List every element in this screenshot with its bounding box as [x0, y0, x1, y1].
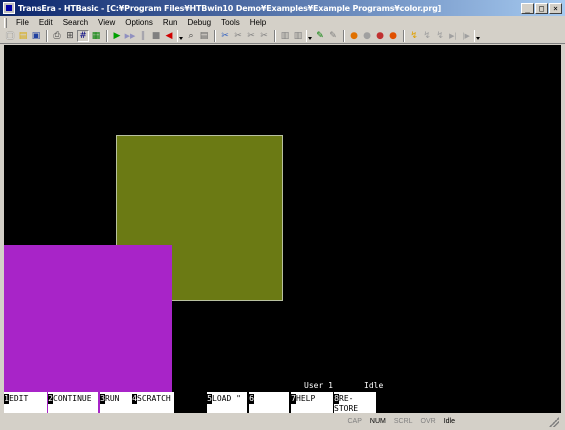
maximize-button[interactable]: □ [535, 2, 548, 14]
stop-icon[interactable]: ■ [150, 30, 162, 42]
delete-icon[interactable]: ✂ [258, 30, 270, 42]
output-screen[interactable]: User 1 Idle 1EDIT 2CONTINUE 3RUN 4SCRATC… [4, 45, 561, 413]
softkey-label: EDIT [9, 394, 29, 403]
softkey-number: 6 [249, 394, 254, 404]
softkey-label: SCRATCH [137, 394, 171, 403]
pause-icon[interactable]: ‖ [137, 30, 149, 42]
view-icon[interactable]: ⊞ [64, 30, 76, 42]
softkey-3[interactable]: 3RUN [100, 392, 133, 413]
softkey-1[interactable]: 1EDIT [4, 392, 47, 413]
toolbar-separator [46, 30, 48, 42]
continue-icon[interactable]: ▶▶ [124, 30, 136, 42]
edit-line-icon[interactable]: ✎ [327, 30, 339, 42]
menu-bar: File Edit Search View Options Run Debug … [0, 16, 565, 29]
menu-grip [4, 17, 7, 28]
toolbar-separator [403, 30, 405, 42]
grid-toggle-icon[interactable]: # [77, 30, 89, 42]
softkey-2[interactable]: 2CONTINUE [48, 392, 98, 413]
menu-help[interactable]: Help [245, 17, 271, 29]
caps-lock-indicator: CAP [347, 418, 362, 425]
scroll-lock-indicator: SCRL [393, 418, 413, 425]
menu-file[interactable]: File [11, 17, 34, 29]
watch-icon[interactable]: ● [374, 30, 386, 42]
menu-options[interactable]: Options [120, 17, 158, 29]
toolbar-overflow-chevron-icon[interactable] [306, 30, 312, 42]
trace-icon[interactable]: |▶ [460, 30, 472, 42]
toolbar-separator [214, 30, 216, 42]
window-title: TransEra - HTBasic - [C:¥Program Files¥H… [18, 3, 442, 13]
edit-icon[interactable]: ✎ [314, 30, 326, 42]
softkey-5[interactable]: 5LOAD " [207, 392, 247, 413]
toolbar-separator [274, 30, 276, 42]
softkey-label: RUN [105, 394, 120, 403]
softkey-label: CONTINUE [53, 394, 92, 403]
softkey-7[interactable]: 7HELP [291, 392, 333, 413]
step-into-icon[interactable]: ↯ [408, 30, 420, 42]
variables-icon[interactable]: ● [387, 30, 399, 42]
toolbar-separator [106, 30, 108, 42]
print-icon[interactable]: ⎙ [51, 30, 63, 42]
menu-tools[interactable]: Tools [216, 17, 245, 29]
indent-icon[interactable]: ▥ [279, 30, 291, 42]
softkey-6[interactable]: 6 [249, 392, 289, 413]
new-file-icon[interactable]: ▢ [4, 30, 16, 42]
softkey-label: HELP [296, 394, 316, 403]
menu-view[interactable]: View [93, 17, 120, 29]
app-icon[interactable] [3, 2, 15, 14]
open-folder-icon[interactable]: ▤ [17, 30, 29, 42]
toolbar-separator [343, 30, 345, 42]
toolbar-overflow-chevron-icon[interactable] [474, 30, 480, 42]
find-icon[interactable]: ⌕ [185, 30, 197, 42]
reset-icon[interactable]: ◀ [163, 30, 175, 42]
softkey-4[interactable]: 4SCRATCH [132, 392, 174, 413]
find-next-icon[interactable]: ▤ [198, 30, 210, 42]
overwrite-indicator: OVR [420, 418, 436, 425]
softkey-label: LOAD " [212, 394, 241, 403]
copy-icon[interactable]: ✂ [232, 30, 244, 42]
user-label: User 1 [304, 381, 333, 390]
step-out-icon[interactable]: ↯ [434, 30, 446, 42]
program-state-indicator: Idle [443, 418, 455, 425]
step-over-icon[interactable]: ↯ [421, 30, 433, 42]
breakpoint-icon[interactable]: ● [348, 30, 360, 42]
purple-rectangle [4, 245, 172, 413]
menu-search[interactable]: Search [58, 17, 93, 29]
num-lock-indicator: NUM [369, 418, 386, 425]
title-bar: TransEra - HTBasic - [C:¥Program Files¥H… [0, 0, 565, 16]
softkey-8[interactable]: 8RE-STORE [334, 392, 376, 413]
minimize-button[interactable]: _ [521, 2, 534, 14]
clear-breakpoint-icon[interactable]: ● [361, 30, 373, 42]
menu-run[interactable]: Run [158, 17, 183, 29]
toolbar-overflow-chevron-icon[interactable] [177, 30, 183, 42]
run-to-cursor-icon[interactable]: ▶| [447, 30, 459, 42]
status-bar: CAP NUM SCRL OVR Idle [0, 413, 565, 430]
close-button[interactable]: × [549, 2, 562, 14]
output-window-icon[interactable]: ▦ [90, 30, 102, 42]
menu-debug[interactable]: Debug [183, 17, 217, 29]
outdent-icon[interactable]: ▥ [292, 30, 304, 42]
run-icon[interactable]: ▶ [111, 30, 123, 42]
toolbar: ▢ ▤ ▣ ⎙ ⊞ # ▦ ▶ ▶▶ ‖ ■ ◀ ⌕ ▤ ✂ ✂ ✂ ✂ ▥ ▥… [0, 29, 565, 44]
paste-icon[interactable]: ✂ [245, 30, 257, 42]
softkey-bar: 1EDIT 2CONTINUE 3RUN 4SCRATCH 5LOAD " 6 … [4, 392, 561, 413]
resize-grip-icon[interactable] [549, 416, 559, 427]
save-disk-icon[interactable]: ▣ [30, 30, 42, 42]
cut-icon[interactable]: ✂ [219, 30, 231, 42]
run-state-label: Idle [364, 381, 384, 390]
menu-edit[interactable]: Edit [34, 17, 58, 29]
